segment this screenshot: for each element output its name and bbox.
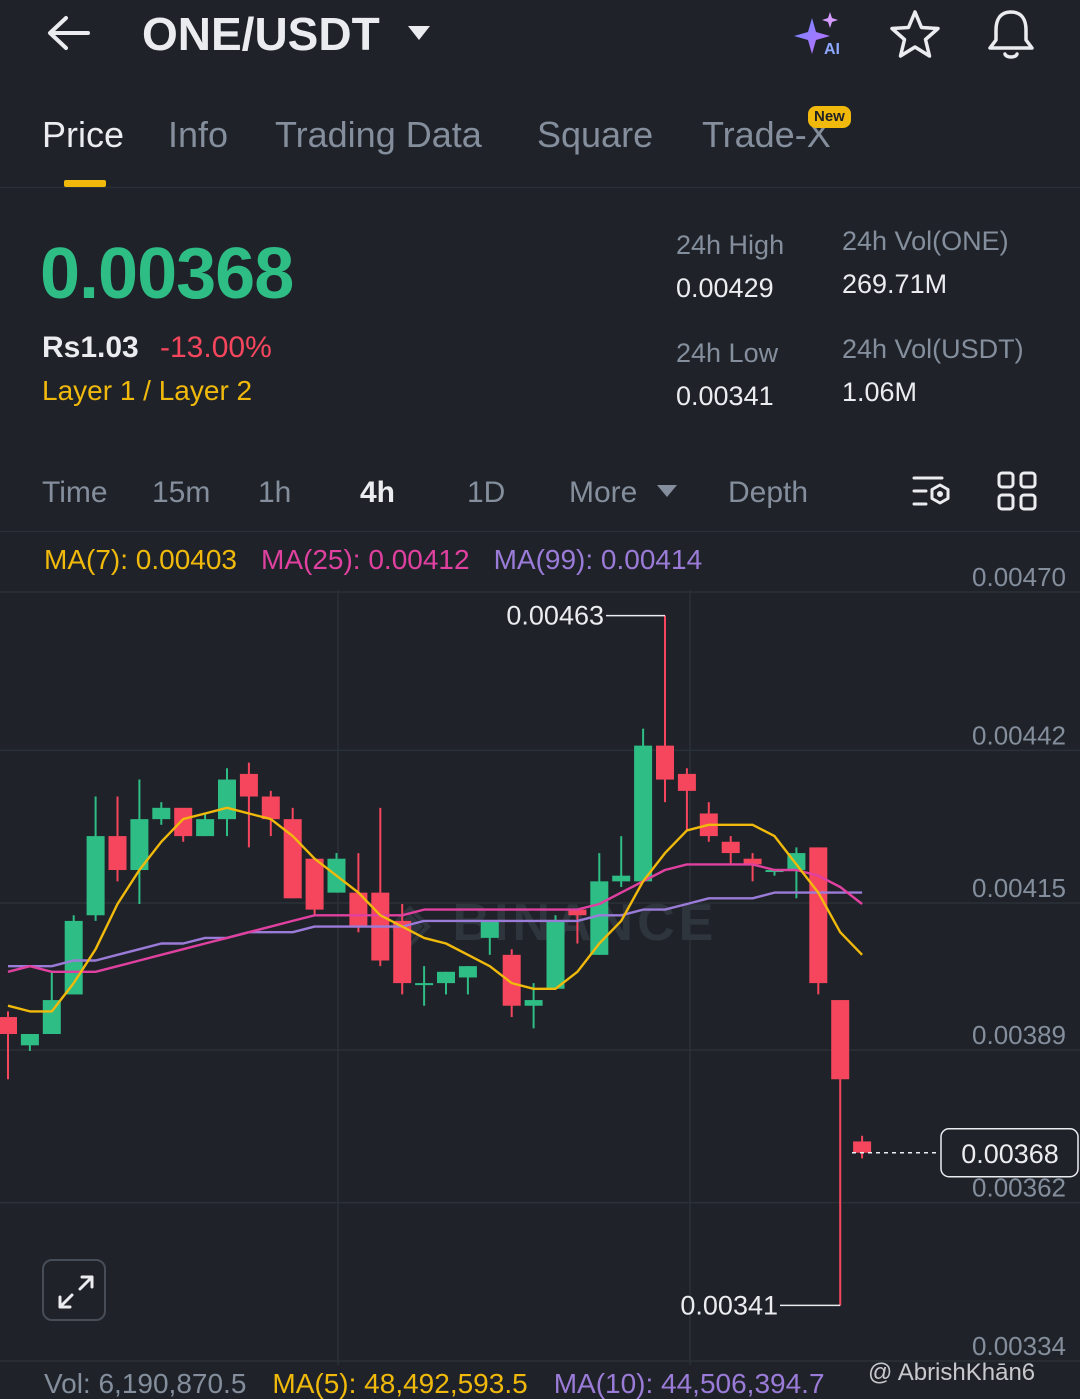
tab-trading-data[interactable]: Trading Data bbox=[275, 112, 482, 158]
caret-down-icon[interactable] bbox=[656, 484, 678, 498]
pair-title[interactable]: ONE/USDT bbox=[142, 8, 380, 60]
price-change-percent: -13.00% bbox=[160, 331, 272, 364]
watermark: @ AbrishKhān6 bbox=[868, 1359, 1036, 1386]
interval-1d[interactable]: 1D bbox=[467, 474, 505, 512]
interval-1h[interactable]: 1h bbox=[258, 474, 291, 512]
candle-body bbox=[196, 819, 215, 837]
candle-body bbox=[677, 773, 696, 791]
vol-base-label: 24h Vol(ONE) bbox=[842, 226, 1009, 256]
low-24h-label: 24h Low bbox=[676, 338, 779, 368]
fiat-price: Rs1.03 bbox=[42, 331, 139, 364]
candle-body bbox=[480, 920, 499, 938]
vol-base-value: 269.71M bbox=[842, 269, 948, 299]
candle-body bbox=[0, 1017, 17, 1035]
candle-body bbox=[458, 966, 477, 978]
vol-quote-value: 1.06M bbox=[842, 377, 918, 407]
y-axis-tick-label: 0.00415 bbox=[972, 873, 1066, 903]
interval-15m[interactable]: 15m bbox=[152, 474, 210, 512]
tab-square[interactable]: Square bbox=[537, 112, 653, 158]
volume-ma5-label: MA(5): 48,492,593.5 bbox=[272, 1368, 528, 1399]
y-axis-tick-label: 0.00389 bbox=[972, 1020, 1066, 1050]
expand-chart-button[interactable] bbox=[42, 1259, 106, 1321]
caret-down-icon[interactable] bbox=[406, 24, 432, 42]
high-24h-value: 0.00429 bbox=[676, 273, 774, 303]
active-tab-indicator bbox=[64, 180, 106, 187]
candle-body bbox=[261, 796, 280, 820]
candle-body bbox=[86, 836, 105, 916]
interval-4h[interactable]: 4h bbox=[360, 474, 395, 512]
expand-icon bbox=[58, 1275, 94, 1309]
interval-depth[interactable]: Depth bbox=[728, 474, 808, 512]
last-price: 0.00368 bbox=[40, 234, 294, 314]
interval-time[interactable]: Time bbox=[42, 474, 108, 512]
current-price-label: 0.00368 bbox=[961, 1139, 1059, 1169]
tab-bar: Price Info Trading Data Square Trade-X bbox=[0, 100, 1080, 188]
new-badge: New bbox=[808, 106, 851, 128]
back-arrow-icon[interactable] bbox=[40, 8, 100, 58]
candle-body bbox=[415, 983, 434, 986]
tab-info[interactable]: Info bbox=[168, 112, 228, 158]
candle-body bbox=[437, 971, 455, 984]
candle-body bbox=[305, 858, 324, 910]
candle-body bbox=[809, 847, 828, 984]
candle-body bbox=[218, 779, 236, 820]
candle-body bbox=[831, 1000, 850, 1080]
candle-body bbox=[546, 920, 565, 989]
candle-body bbox=[524, 1000, 543, 1006]
candlestick-chart[interactable]: ◈ BINANCE0.004700.004420.004150.003890.0… bbox=[0, 560, 1080, 1370]
volume-label: Vol: 6,190,870.5 bbox=[44, 1368, 247, 1399]
candle-body bbox=[612, 875, 631, 882]
low-24h-value: 0.00341 bbox=[676, 381, 774, 411]
layout-grid-icon[interactable] bbox=[996, 470, 1038, 512]
header: ONE/USDT AI bbox=[0, 0, 1080, 72]
volume-legend: Vol: 6,190,870.5 MA(5): 48,492,593.5 MA(10… bbox=[44, 1366, 851, 1399]
y-axis-tick-label: 0.00470 bbox=[972, 562, 1066, 592]
min-marker-label: 0.00341 bbox=[680, 1290, 778, 1320]
chart-settings-icon[interactable] bbox=[910, 470, 954, 514]
candle-body bbox=[853, 1141, 872, 1153]
tab-price[interactable]: Price bbox=[42, 112, 124, 158]
volume-ma10-label: MA(10): 44,506,394.7 bbox=[553, 1368, 825, 1399]
interval-bar: Time 15m 1h 4h 1D More Depth bbox=[0, 460, 1080, 532]
candle-body bbox=[721, 841, 740, 854]
candle-body bbox=[239, 773, 258, 797]
candle-body bbox=[502, 954, 521, 1006]
vol-quote-label: 24h Vol(USDT) bbox=[842, 334, 1024, 364]
svg-text:AI: AI bbox=[824, 41, 840, 58]
y-axis-tick-label: 0.00334 bbox=[972, 1331, 1066, 1361]
y-axis-tick-label: 0.00442 bbox=[972, 720, 1066, 750]
interval-more[interactable]: More bbox=[569, 474, 637, 512]
candle-body bbox=[656, 745, 674, 780]
ai-sparkle-icon[interactable]: AI bbox=[792, 10, 848, 58]
candle-body bbox=[108, 836, 127, 871]
candle-body bbox=[152, 807, 171, 820]
candle-body bbox=[20, 1034, 39, 1046]
bell-icon[interactable] bbox=[984, 6, 1038, 62]
candle-body bbox=[174, 807, 193, 837]
high-24h-label: 24h High bbox=[676, 230, 785, 260]
max-marker-label: 0.00463 bbox=[506, 601, 604, 631]
star-icon[interactable] bbox=[888, 8, 942, 62]
sector-tag[interactable]: Layer 1 / Layer 2 bbox=[42, 374, 252, 408]
candle-body bbox=[634, 745, 653, 882]
